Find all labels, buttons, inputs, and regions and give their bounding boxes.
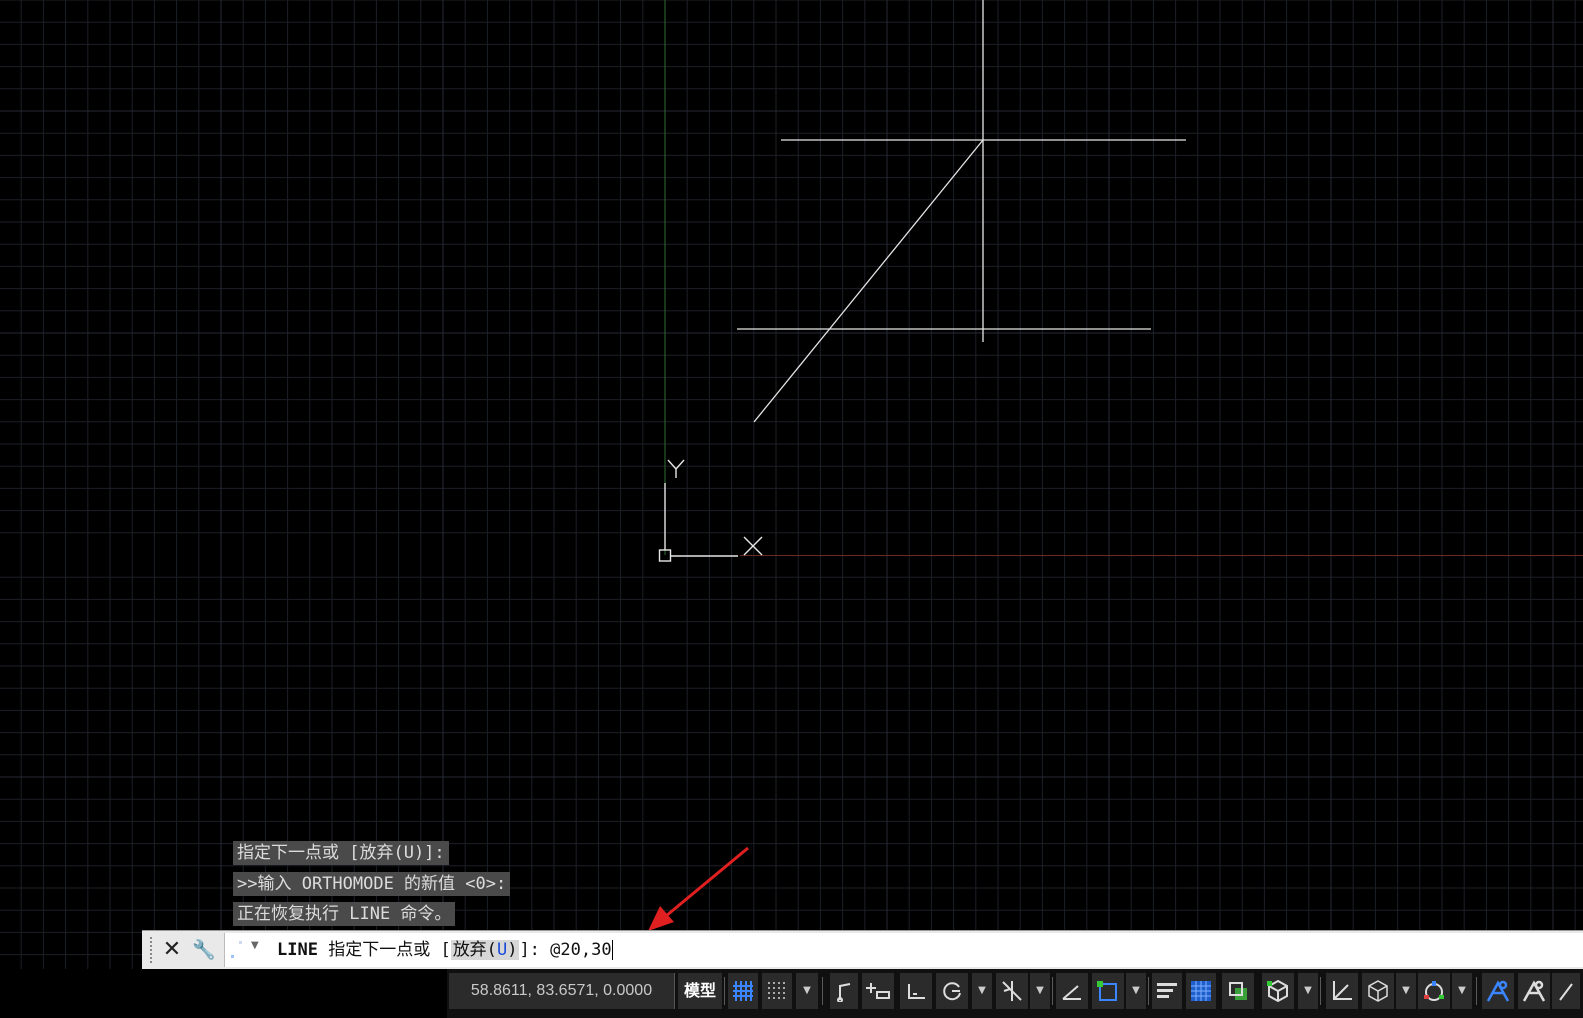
lineweight-icon[interactable] [1152, 973, 1182, 1009]
chevron-down-icon: ▼ [251, 940, 259, 951]
coordinate-readout[interactable]: 58.8611, 83.6571, 0.0000 [449, 973, 675, 1009]
auto-scale-icon[interactable] [1518, 973, 1550, 1009]
object-snap-icon[interactable] [1092, 973, 1124, 1009]
history-line-3: 正在恢复执行 LINE 命令。 [233, 902, 456, 926]
diagonal-line [753, 139, 984, 423]
grid-minor-lines [0, 0, 1583, 1018]
dynamic-ucs-icon[interactable] [1326, 973, 1358, 1009]
drag-handle-icon[interactable] [150, 937, 155, 963]
history-line-2: >>输入 ORTHOMODE 的新值 <0>: [233, 872, 511, 896]
annotation-visibility-icon[interactable] [1482, 973, 1514, 1009]
dynamic-input-icon[interactable] [862, 973, 894, 1009]
infer-constraints-icon[interactable] [830, 973, 858, 1009]
command-prompt-end: ]: [519, 940, 551, 960]
command-option-undo[interactable]: 放弃(U) [450, 940, 520, 960]
selection-filter-icon[interactable] [1362, 973, 1394, 1009]
polar-tracking-icon[interactable] [936, 973, 968, 1009]
command-name: LINE [277, 940, 318, 960]
object-snap-dropdown-icon[interactable]: ▼ [1126, 973, 1146, 1009]
ortho-icon[interactable] [900, 973, 932, 1009]
recent-commands-button[interactable]: ▼ [229, 937, 265, 963]
snap-icon[interactable] [762, 973, 792, 1009]
drawing-canvas[interactable] [0, 0, 1583, 1018]
close-icon[interactable]: ✕ [158, 936, 186, 964]
command-prompt: 指定下一点或 [ [328, 940, 451, 960]
wrench-icon[interactable]: 🔧 [190, 936, 218, 964]
grid-icon[interactable] [728, 973, 758, 1009]
gizmo-icon[interactable] [1418, 973, 1450, 1009]
3d-osnap-icon[interactable] [1262, 973, 1294, 1009]
isodraft-icon[interactable] [996, 973, 1028, 1009]
ucs-y-mark [667, 459, 677, 470]
command-text[interactable]: LINE 指定下一点或 [放弃(U)]: @20,30 [277, 937, 613, 963]
command-input-value[interactable]: @20,30 [550, 940, 611, 960]
isodraft-dropdown-icon[interactable]: ▼ [1030, 973, 1050, 1009]
snap-dropdown-icon[interactable]: ▼ [796, 973, 818, 1009]
status-bar: 58.8611, 83.6571, 0.0000 模型 ▼ ▼ ▼ ▼ ▼ ▼ … [0, 969, 1583, 1018]
status-bar-empty [0, 969, 447, 1018]
drawing-geometry [737, 0, 1186, 423]
3d-osnap-dropdown-icon[interactable]: ▼ [1298, 973, 1318, 1009]
polar-dropdown-icon[interactable]: ▼ [972, 973, 992, 1009]
command-prompt-icon [231, 941, 242, 958]
object-snap-tracking-icon[interactable] [1056, 973, 1088, 1009]
command-input[interactable]: ▼ LINE 指定下一点或 [放弃(U)]: @20,30 [224, 933, 1583, 967]
command-line-bar: ✕ 🔧 ▼ LINE 指定下一点或 [放弃(U)]: @20,30 [142, 930, 1583, 969]
transparency-icon[interactable] [1186, 973, 1216, 1009]
annotation-arrow [648, 846, 749, 931]
selection-cycling-icon[interactable] [1222, 973, 1254, 1009]
model-space-button[interactable]: 模型 [678, 973, 722, 1009]
more-options-icon[interactable] [1552, 973, 1580, 1009]
text-caret [611, 940, 613, 960]
selection-filter-dropdown-icon[interactable]: ▼ [1396, 973, 1416, 1009]
history-line-1: 指定下一点或 [放弃(U)]: [233, 841, 449, 865]
gizmo-dropdown-icon[interactable]: ▼ [1452, 973, 1472, 1009]
